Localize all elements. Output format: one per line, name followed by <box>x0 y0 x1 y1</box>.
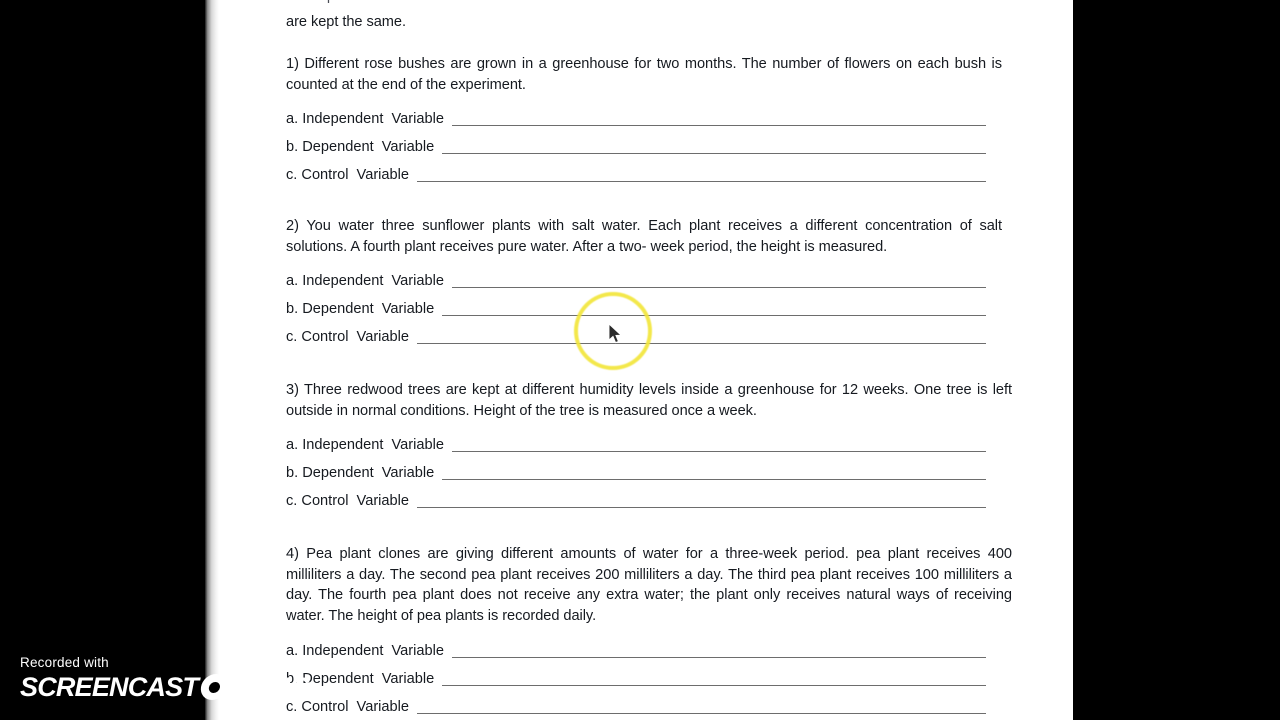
answer-label-independent: a. Independent Variable <box>286 111 444 127</box>
answer-row-independent[interactable]: a. Independent Variable <box>286 428 986 456</box>
watermark-recorded-with-label: Recorded with <box>20 655 109 670</box>
answer-blank-line[interactable] <box>442 685 986 686</box>
screencast-o-matic-watermark: Recorded with SCREENCAST MATIC <box>20 655 309 702</box>
answer-row-control[interactable]: c. Control Variable <box>286 690 986 718</box>
question-2-body: You water three sunflower plants with sa… <box>286 218 1002 255</box>
answer-row-dependent[interactable]: b. Dependent Variable <box>286 456 986 484</box>
question-1-text: 1) Different rose bushes are grown in a … <box>286 54 1002 95</box>
answer-label-independent: a. Independent Variable <box>286 643 444 659</box>
answer-row-dependent[interactable]: b. Dependent Variable <box>286 130 986 158</box>
record-dot-icon <box>198 674 230 700</box>
question-4-body: Pea plant clones are giving different am… <box>286 546 1012 624</box>
video-player-screen: are kept the same. are kept the same. 1)… <box>0 0 1280 720</box>
question-4-answers: a. Independent Variable b. Dependent Var… <box>286 634 986 718</box>
watermark-brand-left: SCREENCAST <box>20 672 199 702</box>
document-page: are kept the same. are kept the same. 1)… <box>219 0 1073 720</box>
answer-blank-line[interactable] <box>451 125 986 126</box>
letterbox-bar-right <box>1073 0 1280 720</box>
question-3-answers: a. Independent Variable b. Dependent Var… <box>286 428 986 512</box>
answer-row-independent[interactable]: a. Independent Variable <box>286 264 986 292</box>
answer-row-control[interactable]: c. Control Variable <box>286 484 986 512</box>
answer-row-dependent[interactable]: b. Dependent Variable <box>286 662 986 690</box>
watermark-brand-right: MATIC <box>229 672 309 702</box>
answer-blank-line[interactable] <box>442 153 986 154</box>
answer-row-independent[interactable]: a. Independent Variable <box>286 634 986 662</box>
answer-label-independent: a. Independent Variable <box>286 273 444 289</box>
answer-row-independent[interactable]: a. Independent Variable <box>286 102 986 130</box>
watermark-brand: SCREENCAST MATIC <box>20 672 309 702</box>
answer-label-dependent: b. Dependent Variable <box>286 139 435 155</box>
question-2-text: 2) You water three sunflower plants with… <box>286 216 1002 257</box>
answer-label-control: c. Control Variable <box>286 493 410 509</box>
question-1-body: Different rose bushes are grown in a gre… <box>286 56 1002 93</box>
mouse-cursor-icon <box>609 324 623 344</box>
answer-blank-line[interactable] <box>451 287 986 288</box>
answer-blank-line[interactable] <box>451 451 986 452</box>
question-1-number: 1) <box>286 56 299 72</box>
answer-label-control: c. Control Variable <box>286 329 410 345</box>
answer-label-control: c. Control Variable <box>286 167 410 183</box>
answer-blank-line[interactable] <box>417 507 986 508</box>
letterbox-bar-left <box>0 0 205 720</box>
question-3-number: 3) <box>286 382 299 398</box>
question-2-number: 2) <box>286 218 299 234</box>
question-1-answers: a. Independent Variable b. Dependent Var… <box>286 102 986 186</box>
answer-blank-line[interactable] <box>417 181 986 182</box>
answer-label-dependent: b. Dependent Variable <box>286 465 435 481</box>
answer-blank-line[interactable] <box>417 713 986 714</box>
answer-label-dependent: b. Dependent Variable <box>286 301 435 317</box>
answer-blank-line[interactable] <box>442 479 986 480</box>
answer-label-independent: a. Independent Variable <box>286 437 444 453</box>
paragraph-continuation: are kept the same. <box>286 12 1002 33</box>
answer-row-control[interactable]: c. Control Variable <box>286 158 986 186</box>
paragraph-continuation-text: are kept the same. <box>286 14 406 30</box>
question-4-text: 4) Pea plant clones are giving different… <box>286 544 1012 626</box>
cut-off-line-top: are kept the same. <box>286 0 1020 3</box>
question-3-body: Three redwood trees are kept at differen… <box>286 382 1012 419</box>
question-4-number: 4) <box>286 546 299 562</box>
answer-blank-line[interactable] <box>451 657 986 658</box>
answer-blank-line[interactable] <box>417 343 986 344</box>
answer-blank-line[interactable] <box>442 315 986 316</box>
question-3-text: 3) Three redwood trees are kept at diffe… <box>286 380 1012 421</box>
page-edge-shadow <box>205 0 219 720</box>
document-body: are kept the same. are kept the same. 1)… <box>286 0 1020 720</box>
